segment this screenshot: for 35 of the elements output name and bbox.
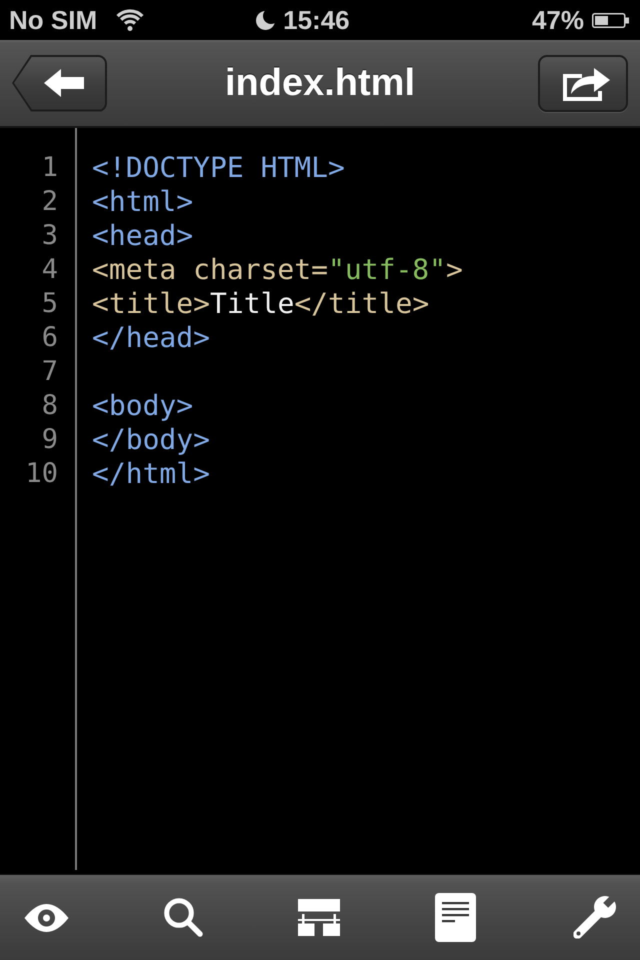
line-number: 4: [42, 253, 58, 287]
battery-icon: [592, 12, 629, 28]
code-line: <body>: [92, 389, 194, 423]
code-line: <title>Title</title>: [92, 287, 430, 321]
line-number: 1: [42, 151, 58, 185]
code-line: </html>: [92, 457, 210, 491]
line-number: 3: [42, 219, 58, 253]
line-number: 8: [42, 389, 58, 423]
carrier-label: No SIM: [9, 5, 98, 35]
share-button[interactable]: [538, 54, 628, 112]
eye-icon[interactable]: [24, 904, 69, 932]
tree-diagram-icon[interactable]: [298, 899, 340, 936]
document-icon[interactable]: [435, 893, 476, 942]
code-line: </body>: [92, 423, 210, 457]
code-line: <!DOCTYPE HTML>: [92, 151, 345, 185]
code-line: </head>: [92, 321, 210, 355]
code-line: <html>: [92, 185, 194, 219]
line-number: 10: [25, 457, 58, 491]
wifi-icon: [114, 9, 146, 31]
left-arrow-icon: [44, 69, 84, 97]
line-number: 2: [42, 185, 58, 219]
line-number: 5: [42, 287, 58, 321]
code-line: <meta charset="utf-8">: [92, 253, 463, 287]
share-icon: [563, 65, 610, 101]
wrench-icon[interactable]: [571, 894, 617, 940]
code-line: <head>: [92, 219, 194, 253]
window-title: index.html: [224, 61, 416, 106]
battery-percent: 47%: [532, 5, 584, 35]
search-icon[interactable]: [164, 898, 203, 937]
line-number: 7: [42, 355, 58, 389]
moon-icon: [256, 10, 276, 30]
clock-time: 15:46: [283, 5, 350, 35]
line-number: 6: [42, 321, 58, 355]
back-button[interactable]: [12, 54, 107, 112]
line-number: 9: [42, 423, 58, 457]
